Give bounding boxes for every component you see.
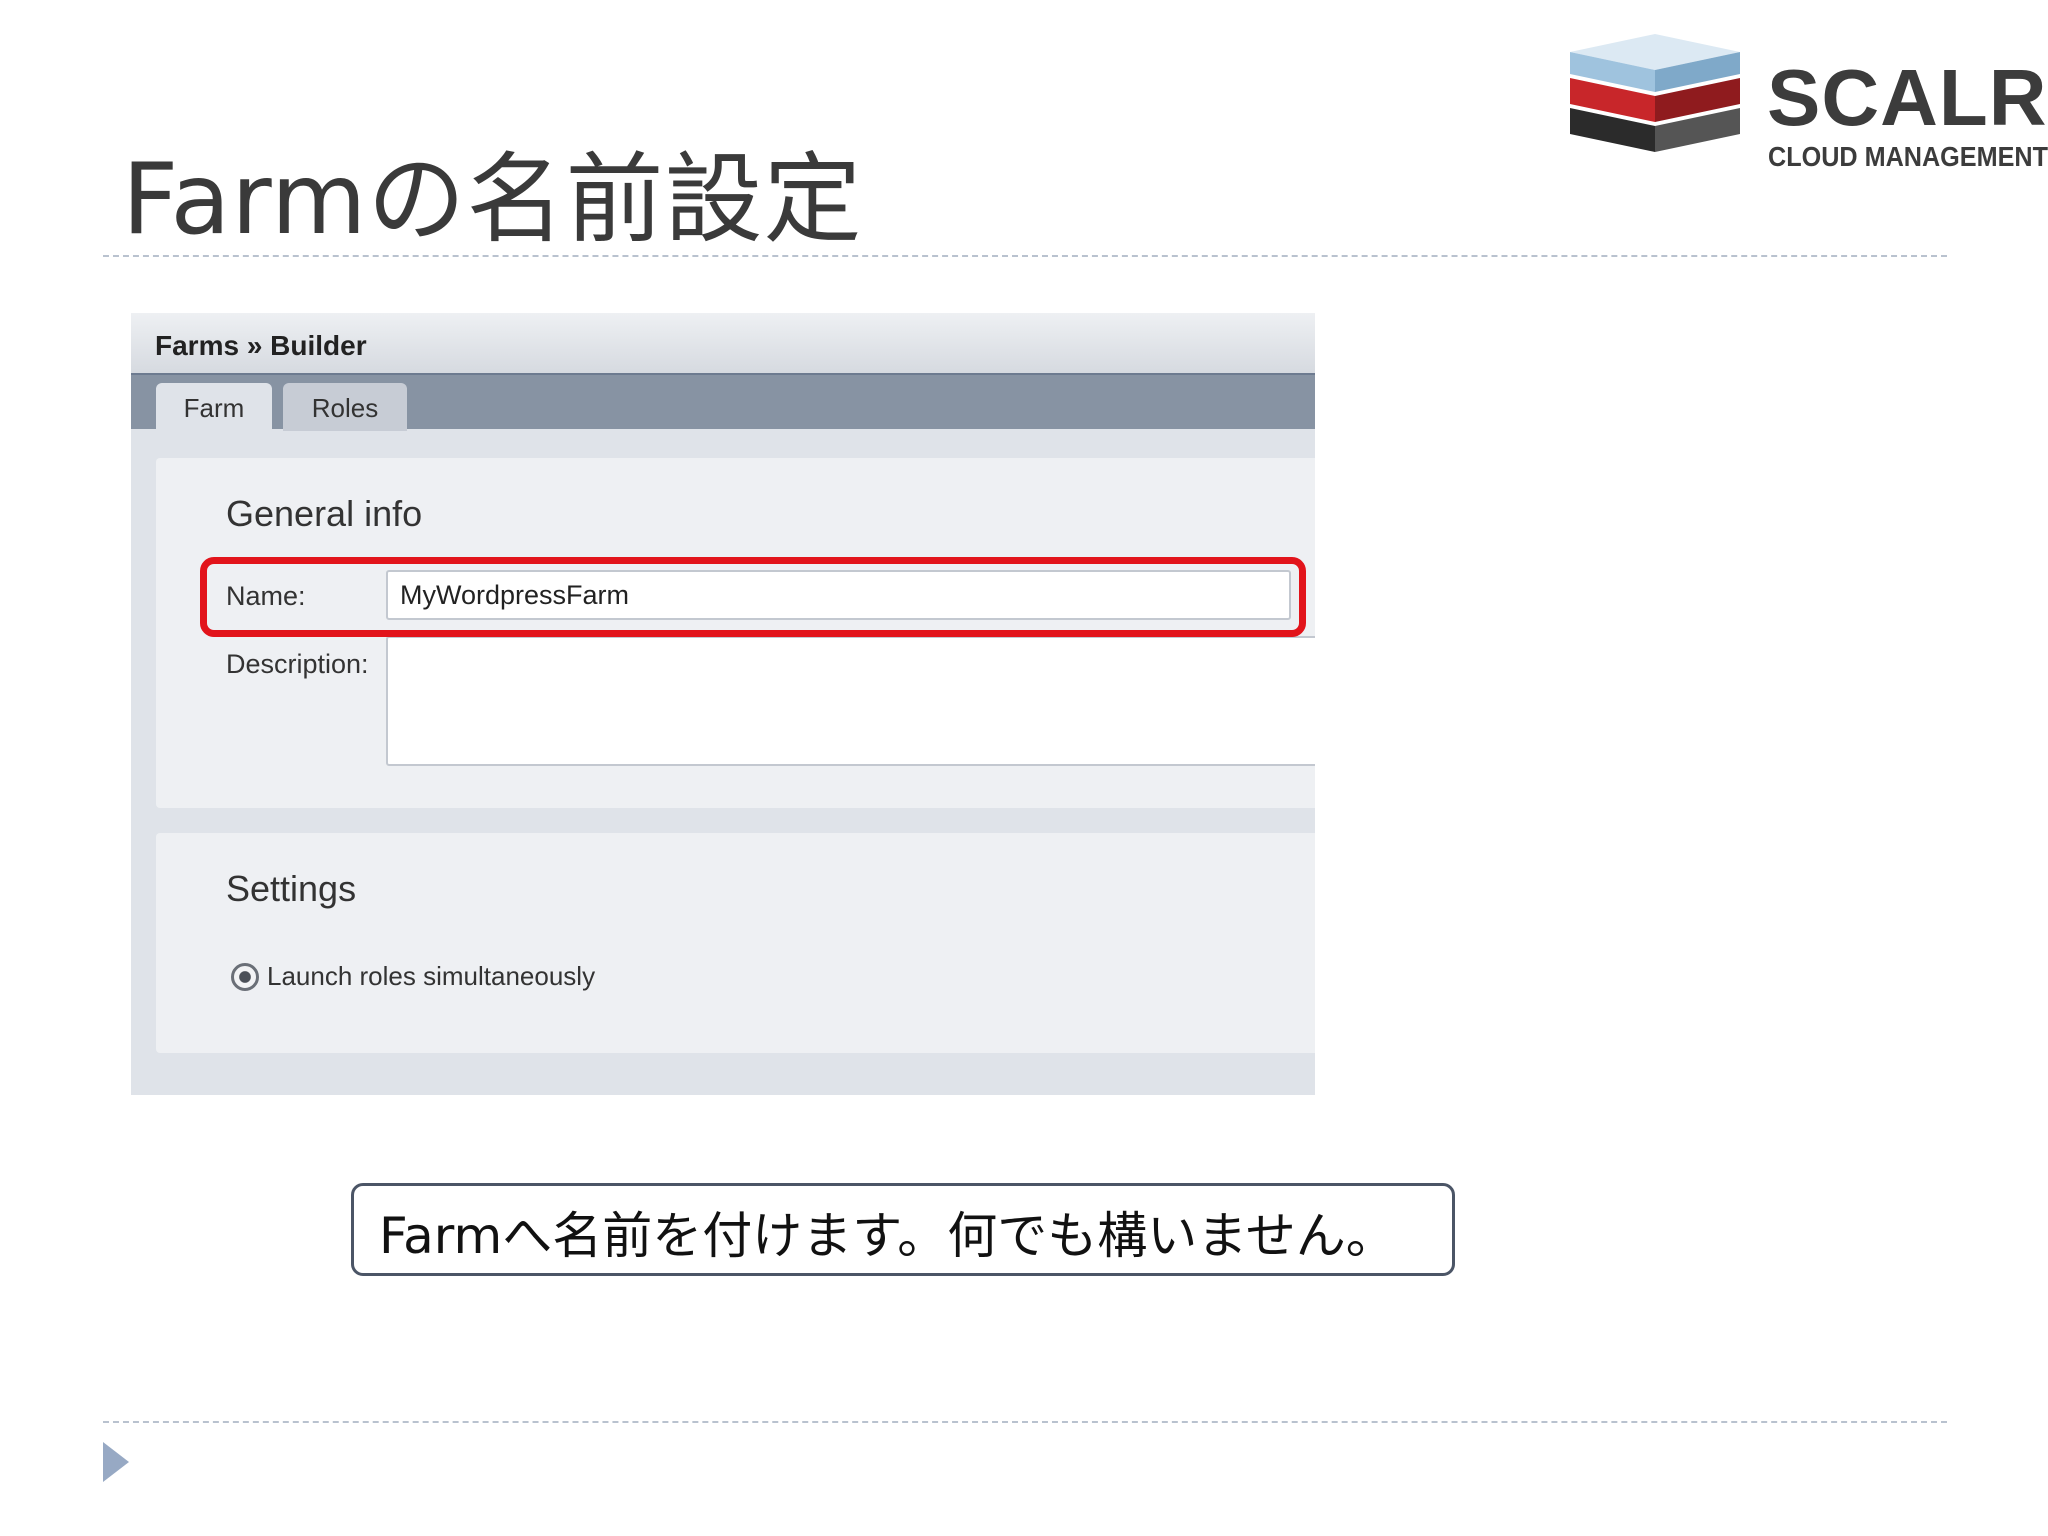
launch-roles-option[interactable]: Launch roles simultaneously — [231, 961, 595, 992]
tab-roles[interactable]: Roles — [283, 383, 407, 431]
settings-section: Settings Launch roles simultaneously — [156, 833, 1315, 1053]
tab-bar: Farm Roles — [131, 375, 1315, 431]
app-header: Farms » Builder — [131, 313, 1315, 375]
radio-button[interactable] — [231, 962, 259, 991]
logo-wordmark: SCALR — [1767, 53, 2048, 142]
radio-label: Launch roles simultaneously — [267, 961, 596, 991]
general-info-title: General info — [226, 493, 423, 534]
footer-divider — [103, 1421, 1947, 1423]
logo-cube-icon — [1570, 34, 1740, 152]
app-screenshot: Farms » Builder Farm Roles General info … — [131, 313, 1315, 1095]
tab-farm[interactable]: Farm — [156, 383, 272, 431]
logo-subtitle: CLOUD MANAGEMENT — [1768, 141, 2048, 172]
title-divider — [103, 255, 1947, 257]
scalr-logo: SCALR CLOUD MANAGEMENT — [1570, 30, 2048, 172]
settings-title: Settings — [226, 868, 357, 909]
triangle-bullet-icon — [103, 1442, 129, 1482]
caption-box: Farmへ名前を付けます。何でも構いません。 — [351, 1183, 1455, 1276]
name-field-highlight — [200, 557, 1306, 637]
description-label: Description: — [226, 649, 369, 679]
breadcrumb: Farms » Builder — [155, 330, 367, 361]
slide-title: Farmの名前設定 — [122, 143, 863, 257]
description-textarea[interactable] — [386, 636, 1315, 766]
